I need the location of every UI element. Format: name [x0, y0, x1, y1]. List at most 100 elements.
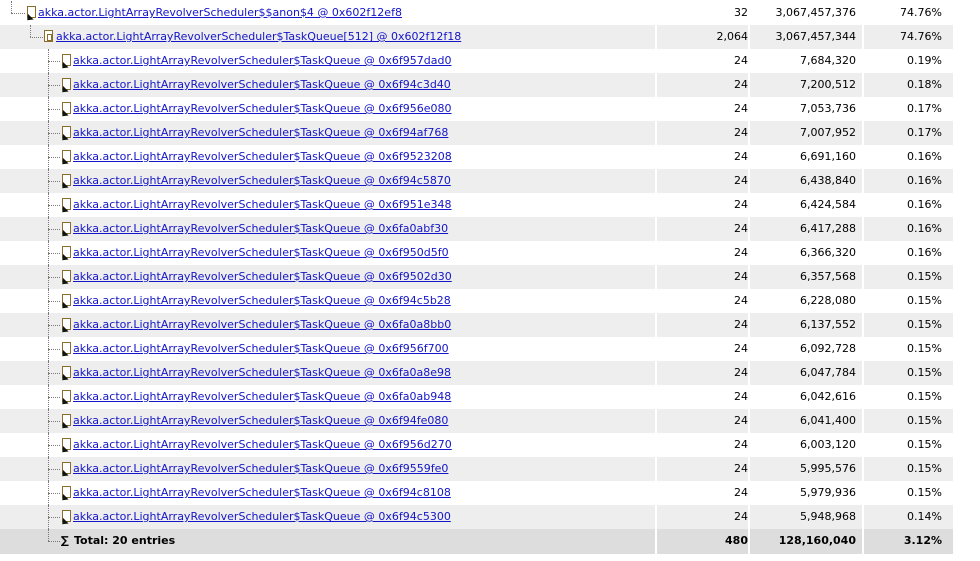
name-cell: akka.actor.LightArrayRevolverScheduler$T… — [0, 385, 655, 409]
sum-icon: ∑ — [61, 534, 69, 547]
retained-heap-cell: 6,424,584 — [800, 198, 856, 211]
tree-row-child[interactable]: akka.actor.LightArrayRevolverScheduler$T… — [0, 505, 953, 529]
tree-row-child[interactable]: akka.actor.LightArrayRevolverScheduler$T… — [0, 385, 953, 409]
object-icon — [62, 198, 71, 210]
object-link[interactable]: akka.actor.LightArrayRevolverScheduler$T… — [73, 265, 452, 289]
object-link[interactable]: akka.actor.LightArrayRevolverScheduler$T… — [73, 241, 449, 265]
shallow-heap-cell: 24 — [734, 78, 748, 91]
retained-heap-cell: 6,366,320 — [800, 246, 856, 259]
retained-heap-cell: 3,067,457,344 — [775, 30, 856, 43]
object-link[interactable]: akka.actor.LightArrayRevolverScheduler$T… — [73, 313, 451, 337]
tree-guide — [48, 469, 60, 470]
tree-row-child[interactable]: akka.actor.LightArrayRevolverScheduler$T… — [0, 73, 953, 97]
tree-row-child[interactable]: akka.actor.LightArrayRevolverScheduler$T… — [0, 49, 953, 73]
object-link[interactable]: akka.actor.LightArrayRevolverScheduler$$… — [38, 1, 402, 25]
object-link[interactable]: akka.actor.LightArrayRevolverScheduler$T… — [73, 409, 448, 433]
object-link[interactable]: akka.actor.LightArrayRevolverScheduler$T… — [73, 97, 452, 121]
object-icon — [62, 54, 71, 66]
name-cell: akka.actor.LightArrayRevolverScheduler$T… — [0, 169, 655, 193]
name-cell: akka.actor.LightArrayRevolverScheduler$T… — [0, 409, 655, 433]
tree-row-child[interactable]: akka.actor.LightArrayRevolverScheduler$T… — [0, 241, 953, 265]
shallow-heap-cell: 24 — [734, 102, 748, 115]
tree-row-child[interactable]: akka.actor.LightArrayRevolverScheduler$T… — [0, 97, 953, 121]
tree-row-child[interactable]: akka.actor.LightArrayRevolverScheduler$T… — [0, 169, 953, 193]
name-cell: akka.actor.LightArrayRevolverScheduler$T… — [0, 433, 655, 457]
object-link[interactable]: akka.actor.LightArrayRevolverScheduler$T… — [73, 145, 452, 169]
total-label: Total: 20 entries — [74, 534, 176, 547]
object-link[interactable]: akka.actor.LightArrayRevolverScheduler$T… — [73, 505, 451, 529]
retained-heap-cell: 6,357,568 — [800, 270, 856, 283]
object-link[interactable]: akka.actor.LightArrayRevolverScheduler$T… — [73, 361, 451, 385]
retained-heap-cell: 5,979,936 — [800, 486, 856, 499]
tree-row-child[interactable]: akka.actor.LightArrayRevolverScheduler$T… — [0, 313, 953, 337]
tree-row-parent[interactable]: akka.actor.LightArrayRevolverScheduler$$… — [0, 1, 953, 25]
percentage-cell: 0.15% — [907, 270, 942, 283]
percentage-cell: 0.16% — [907, 198, 942, 211]
tree-row-child[interactable]: akka.actor.LightArrayRevolverScheduler$T… — [0, 265, 953, 289]
retained-heap-cell: 3,067,457,376 — [775, 6, 856, 19]
tree-row-child[interactable]: akka.actor.LightArrayRevolverScheduler$T… — [0, 193, 953, 217]
tree-guide — [48, 157, 60, 158]
tree-row-child[interactable]: akka.actor.LightArrayRevolverScheduler$T… — [0, 361, 953, 385]
tree-guide — [48, 205, 60, 206]
tree-row-child[interactable]: akka.actor.LightArrayRevolverScheduler$T… — [0, 121, 953, 145]
retained-heap-cell: 7,684,320 — [800, 54, 856, 67]
tree-guide — [48, 277, 60, 278]
shallow-heap-cell: 24 — [734, 486, 748, 499]
tree-row-child[interactable]: akka.actor.LightArrayRevolverScheduler$T… — [0, 217, 953, 241]
name-cell: akka.actor.LightArrayRevolverScheduler$$… — [0, 1, 655, 25]
percentage-cell: 0.16% — [907, 222, 942, 235]
object-link[interactable]: akka.actor.LightArrayRevolverScheduler$T… — [73, 169, 451, 193]
object-icon — [62, 246, 71, 258]
tree-row-array[interactable]: akka.actor.LightArrayRevolverScheduler$T… — [0, 25, 953, 49]
shallow-heap-cell: 24 — [734, 390, 748, 403]
tree-guide — [48, 61, 60, 62]
tree-row-child[interactable]: akka.actor.LightArrayRevolverScheduler$T… — [0, 481, 953, 505]
tree-guide — [48, 325, 60, 326]
percentage-cell: 0.15% — [907, 486, 942, 499]
tree-row-child[interactable]: akka.actor.LightArrayRevolverScheduler$T… — [0, 337, 953, 361]
retained-heap-cell: 6,417,288 — [800, 222, 856, 235]
object-icon — [62, 150, 71, 162]
object-link[interactable]: akka.actor.LightArrayRevolverScheduler$T… — [73, 457, 448, 481]
object-link[interactable]: akka.actor.LightArrayRevolverScheduler$T… — [73, 73, 451, 97]
tree-row-child[interactable]: akka.actor.LightArrayRevolverScheduler$T… — [0, 433, 953, 457]
object-link[interactable]: akka.actor.LightArrayRevolverScheduler$T… — [73, 193, 452, 217]
name-cell: akka.actor.LightArrayRevolverScheduler$T… — [0, 97, 655, 121]
object-icon — [62, 390, 71, 402]
object-link[interactable]: akka.actor.LightArrayRevolverScheduler$T… — [73, 289, 451, 313]
name-cell: akka.actor.LightArrayRevolverScheduler$T… — [0, 457, 655, 481]
tree-row-child[interactable]: akka.actor.LightArrayRevolverScheduler$T… — [0, 457, 953, 481]
percentage-cell: 0.17% — [907, 126, 942, 139]
shallow-heap-cell: 24 — [734, 510, 748, 523]
name-cell: akka.actor.LightArrayRevolverScheduler$T… — [0, 25, 655, 49]
object-link[interactable]: akka.actor.LightArrayRevolverScheduler$T… — [73, 433, 452, 457]
array-link[interactable]: akka.actor.LightArrayRevolverScheduler$T… — [56, 25, 461, 49]
percentage-cell: 0.15% — [907, 366, 942, 379]
object-icon — [62, 366, 71, 378]
tree-row-child[interactable]: akka.actor.LightArrayRevolverScheduler$T… — [0, 409, 953, 433]
shallow-heap-cell: 24 — [734, 414, 748, 427]
retained-heap-cell: 6,438,840 — [800, 174, 856, 187]
shallow-heap-cell: 32 — [734, 6, 748, 19]
tree-guide — [48, 181, 60, 182]
retained-heap-cell: 5,948,968 — [800, 510, 856, 523]
object-link[interactable]: akka.actor.LightArrayRevolverScheduler$T… — [73, 385, 451, 409]
object-icon — [62, 510, 71, 522]
object-link[interactable]: akka.actor.LightArrayRevolverScheduler$T… — [73, 337, 449, 361]
tree-row-child[interactable]: akka.actor.LightArrayRevolverScheduler$T… — [0, 289, 953, 313]
percentage-cell: 0.16% — [907, 150, 942, 163]
object-link[interactable]: akka.actor.LightArrayRevolverScheduler$T… — [73, 121, 448, 145]
tree-guide — [30, 25, 31, 37]
retained-heap-total: 128,160,040 — [778, 534, 856, 547]
object-link[interactable]: akka.actor.LightArrayRevolverScheduler$T… — [73, 481, 451, 505]
percentage-cell: 0.15% — [907, 438, 942, 451]
object-link[interactable]: akka.actor.LightArrayRevolverScheduler$T… — [73, 217, 448, 241]
name-cell: akka.actor.LightArrayRevolverScheduler$T… — [0, 49, 655, 73]
name-cell: akka.actor.LightArrayRevolverScheduler$T… — [0, 145, 655, 169]
percentage-cell: 0.16% — [907, 246, 942, 259]
tree-row-child[interactable]: akka.actor.LightArrayRevolverScheduler$T… — [0, 145, 953, 169]
tree-guide — [48, 541, 60, 542]
object-icon — [62, 174, 71, 186]
object-link[interactable]: akka.actor.LightArrayRevolverScheduler$T… — [73, 49, 451, 73]
